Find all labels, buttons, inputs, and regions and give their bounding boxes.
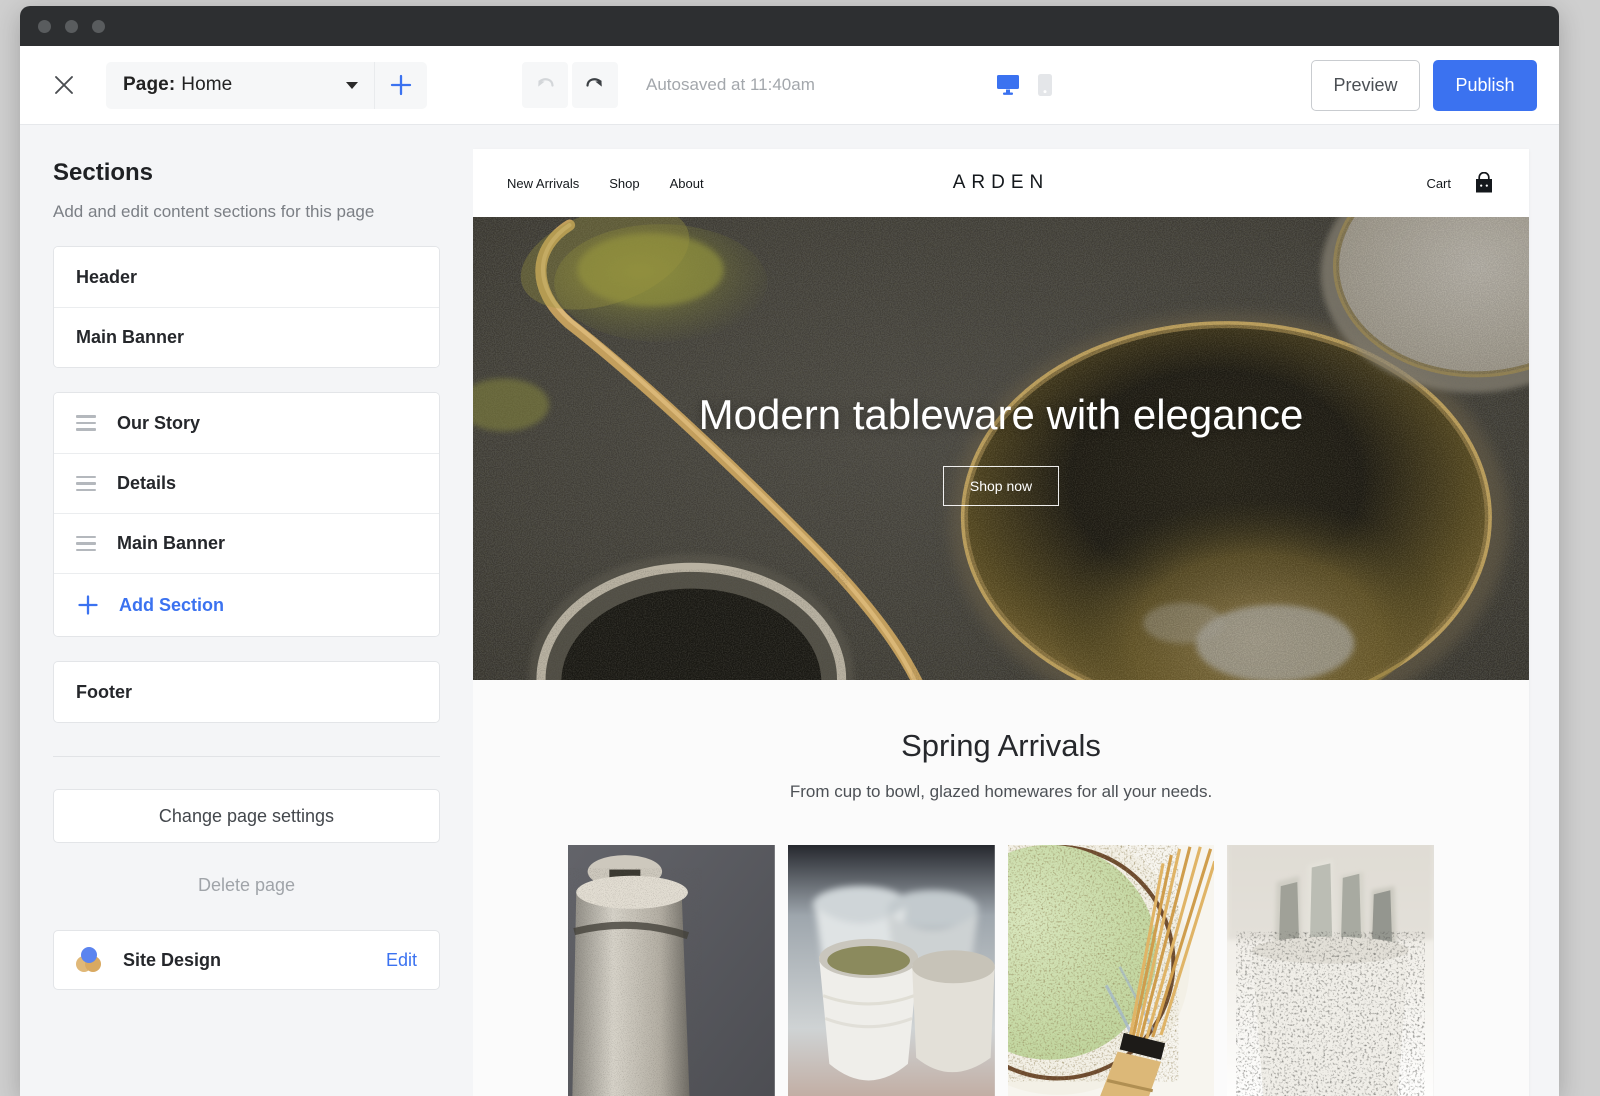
- undo-icon: [532, 72, 558, 98]
- arrivals-section: Spring Arrivals From cup to bowl, glazed…: [473, 680, 1529, 1096]
- sidebar-item-our-story[interactable]: Our Story: [54, 393, 439, 453]
- autosave-status: Autosaved at 11:40am: [646, 75, 815, 95]
- site-nav-right: Cart: [1426, 172, 1495, 195]
- page-title: Sections: [53, 159, 440, 187]
- shopping-bag-icon[interactable]: [1473, 172, 1495, 195]
- sections-sidebar: Sections Add and edit content sections f…: [20, 125, 473, 1096]
- hero-banner: Modern tableware with elegance Shop now: [473, 217, 1529, 680]
- window-titlebar: [20, 6, 1559, 46]
- nav-link-shop[interactable]: Shop: [609, 176, 639, 191]
- window-maximize-dot[interactable]: [92, 20, 105, 33]
- product-image-bowls: [788, 845, 995, 1096]
- arrivals-title: Spring Arrivals: [473, 728, 1529, 764]
- plus-icon: [76, 593, 100, 617]
- sidebar-divider: [53, 756, 440, 757]
- product-tile-4[interactable]: [1227, 845, 1434, 1096]
- add-section-label: Add Section: [119, 595, 224, 616]
- hero-title: Modern tableware with elegance: [699, 391, 1304, 439]
- redo-icon: [582, 72, 608, 98]
- toolbar-actions: Preview Publish: [1311, 60, 1537, 111]
- device-preview-toggle: [995, 73, 1053, 97]
- product-image-matcha-whisk: [1008, 845, 1215, 1096]
- chevron-down-icon: [346, 82, 358, 89]
- preview-canvas: New Arrivals Shop About ARDEN Cart: [473, 125, 1559, 1096]
- change-page-settings-button[interactable]: Change page settings: [53, 789, 440, 843]
- section-label: Details: [117, 473, 176, 494]
- product-grid: [568, 845, 1434, 1096]
- hero-cta-button[interactable]: Shop now: [943, 466, 1059, 506]
- color-circles-icon: [76, 947, 104, 973]
- cart-link[interactable]: Cart: [1426, 176, 1451, 191]
- drag-handle-icon[interactable]: [76, 476, 96, 492]
- browser-window: Page: Home Autos: [20, 6, 1559, 1096]
- hero-content: Modern tableware with elegance Shop now: [473, 217, 1529, 680]
- product-image-jar: [568, 845, 775, 1096]
- sidebar-item-header[interactable]: Header: [54, 247, 439, 307]
- section-label: Footer: [76, 682, 132, 703]
- plus-icon: [388, 72, 414, 98]
- preview-button[interactable]: Preview: [1311, 60, 1420, 111]
- nav-link-new-arrivals[interactable]: New Arrivals: [507, 176, 579, 191]
- site-header: New Arrivals Shop About ARDEN Cart: [473, 149, 1529, 217]
- site-design-row[interactable]: Site Design Edit: [53, 930, 440, 990]
- product-tile-1[interactable]: [568, 845, 775, 1096]
- editor-body: Sections Add and edit content sections f…: [20, 125, 1559, 1096]
- footer-section-card: Footer: [53, 661, 440, 723]
- publish-button[interactable]: Publish: [1433, 60, 1537, 111]
- draggable-sections-card: Our Story Details Main Banner A: [53, 392, 440, 637]
- sections-subtitle: Add and edit content sections for this p…: [53, 202, 440, 222]
- mobile-icon: [1037, 73, 1053, 97]
- product-tile-3[interactable]: [1008, 845, 1215, 1096]
- site-nav-links: New Arrivals Shop About: [507, 176, 704, 191]
- screenshot-root: Page: Home Autos: [0, 0, 1600, 1096]
- redo-button[interactable]: [572, 62, 618, 108]
- nav-link-about[interactable]: About: [670, 176, 704, 191]
- product-image-cactus-pot: [1227, 845, 1434, 1096]
- sidebar-item-details[interactable]: Details: [54, 453, 439, 513]
- close-editor-button[interactable]: [44, 65, 84, 105]
- site-design-edit-link[interactable]: Edit: [386, 950, 417, 971]
- site-design-label: Site Design: [123, 950, 386, 971]
- page-selector-prefix: Page:: [123, 74, 175, 96]
- product-tile-2[interactable]: [788, 845, 995, 1096]
- section-label: Main Banner: [117, 533, 225, 554]
- page-selector-value: Home: [181, 74, 232, 96]
- desktop-preview-button[interactable]: [995, 73, 1021, 97]
- add-page-button[interactable]: [374, 62, 427, 109]
- fixed-sections-card: Header Main Banner: [53, 246, 440, 368]
- window-close-dot[interactable]: [38, 20, 51, 33]
- undo-button[interactable]: [522, 62, 568, 108]
- window-minimize-dot[interactable]: [65, 20, 78, 33]
- close-icon: [52, 73, 76, 97]
- section-label: Header: [76, 267, 137, 288]
- delete-page-button[interactable]: Delete page: [53, 875, 440, 896]
- page-selector[interactable]: Page: Home: [106, 62, 374, 109]
- sidebar-item-footer[interactable]: Footer: [54, 662, 439, 722]
- arrivals-subtitle: From cup to bowl, glazed homewares for a…: [473, 782, 1529, 802]
- drag-handle-icon[interactable]: [76, 536, 96, 552]
- sidebar-item-main-banner-top[interactable]: Main Banner: [54, 307, 439, 367]
- drag-handle-icon[interactable]: [76, 415, 96, 431]
- add-section-button[interactable]: Add Section: [54, 573, 439, 636]
- mobile-preview-button[interactable]: [1037, 73, 1053, 97]
- editor-toolbar: Page: Home Autos: [20, 46, 1559, 125]
- site-preview: New Arrivals Shop About ARDEN Cart: [473, 149, 1529, 1096]
- section-label: Main Banner: [76, 327, 184, 348]
- sidebar-item-main-banner[interactable]: Main Banner: [54, 513, 439, 573]
- desktop-icon: [995, 73, 1021, 97]
- section-label: Our Story: [117, 413, 200, 434]
